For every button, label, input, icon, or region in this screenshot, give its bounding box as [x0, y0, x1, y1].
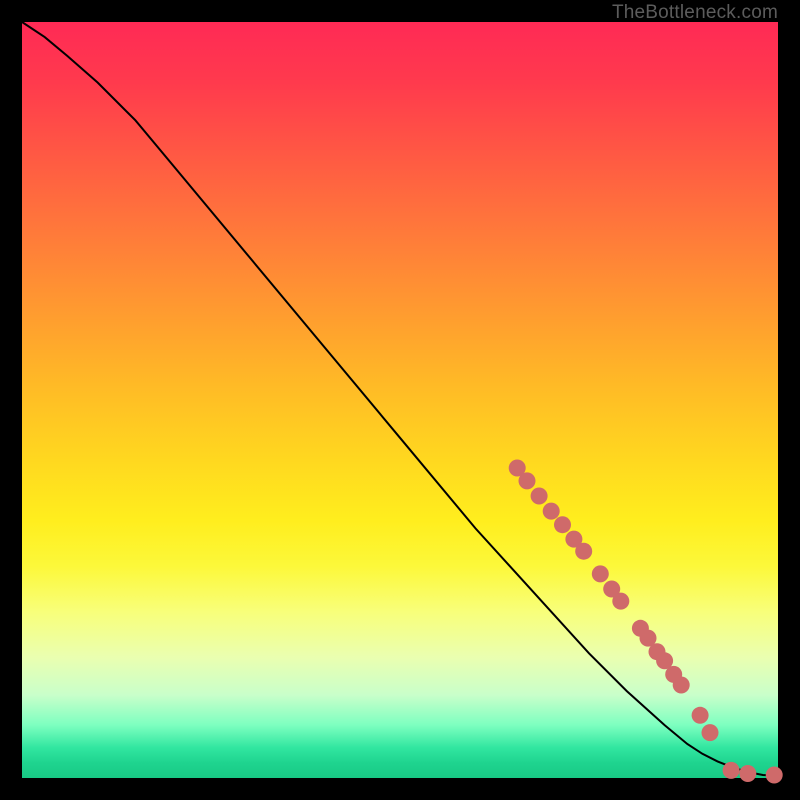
data-marker — [592, 565, 609, 582]
chart-overlay — [22, 22, 778, 778]
data-marker — [723, 762, 740, 779]
marker-group — [509, 460, 783, 784]
data-marker — [575, 543, 592, 560]
data-marker — [519, 472, 536, 489]
chart-frame: TheBottleneck.com — [0, 0, 800, 800]
data-marker — [531, 488, 548, 505]
data-marker — [739, 765, 756, 782]
data-marker — [673, 677, 690, 694]
data-marker — [612, 593, 629, 610]
data-marker — [702, 724, 719, 741]
data-marker — [554, 516, 571, 533]
watermark-text: TheBottleneck.com — [612, 2, 778, 24]
data-marker — [766, 767, 783, 784]
data-marker — [692, 707, 709, 724]
data-marker — [543, 503, 560, 520]
